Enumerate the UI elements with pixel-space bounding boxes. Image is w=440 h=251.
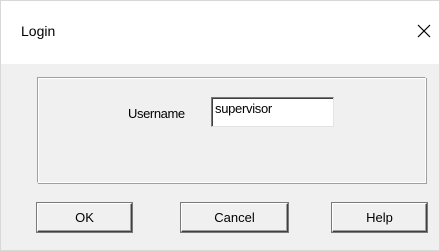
login-dialog: Login Username OK Cancel Help xyxy=(0,0,440,251)
help-button[interactable]: Help xyxy=(332,203,427,232)
credentials-group xyxy=(37,77,426,183)
username-label: Username xyxy=(128,106,185,121)
cancel-button[interactable]: Cancel xyxy=(181,203,288,232)
close-button[interactable] xyxy=(411,16,437,46)
dialog-title: Login xyxy=(21,23,56,39)
username-input[interactable] xyxy=(211,97,334,127)
title-bar: Login xyxy=(1,1,439,64)
close-icon xyxy=(417,24,431,38)
ok-button[interactable]: OK xyxy=(37,203,132,232)
